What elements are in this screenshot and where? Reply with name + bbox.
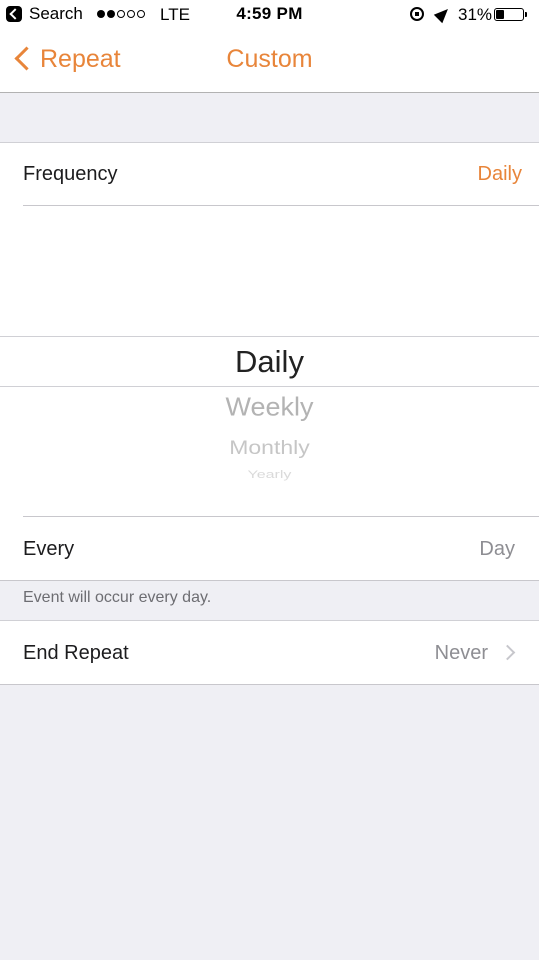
end-repeat-label: End Repeat: [23, 642, 129, 664]
navigation-bar: Repeat Custom: [0, 30, 539, 93]
picker-option-daily[interactable]: Daily: [0, 344, 539, 380]
battery-fill: [496, 10, 504, 19]
end-repeat-row[interactable]: End Repeat Never: [0, 620, 539, 685]
frequency-label: Frequency: [23, 163, 118, 185]
picker-selection-line-top: [0, 336, 539, 337]
orientation-lock-icon: [410, 7, 424, 21]
battery-percentage: 31%: [458, 5, 493, 24]
page-title: Custom: [226, 45, 313, 73]
every-label: Every: [23, 538, 75, 560]
section-footer-note: Event will occur every day.: [23, 589, 212, 606]
picker-option-yearly[interactable]: Yearly: [0, 469, 539, 482]
end-repeat-value: Never: [434, 642, 488, 664]
frequency-group: Frequency Daily Daily Weekly Monthly Yea…: [0, 142, 539, 581]
picker-option-monthly[interactable]: Monthly: [0, 436, 539, 459]
row-divider: [23, 516, 539, 517]
picker-selection-line-bottom: [0, 386, 539, 387]
status-bar: Search LTE 4:59 PM 31%: [0, 0, 539, 30]
frequency-value[interactable]: Daily: [478, 163, 522, 186]
frequency-picker[interactable]: Daily Weekly Monthly Yearly: [0, 206, 539, 517]
every-value: Day: [479, 538, 515, 560]
battery-icon: [494, 8, 527, 21]
picker-option-weekly[interactable]: Weekly: [0, 393, 539, 422]
chevron-right-icon: [499, 644, 516, 661]
